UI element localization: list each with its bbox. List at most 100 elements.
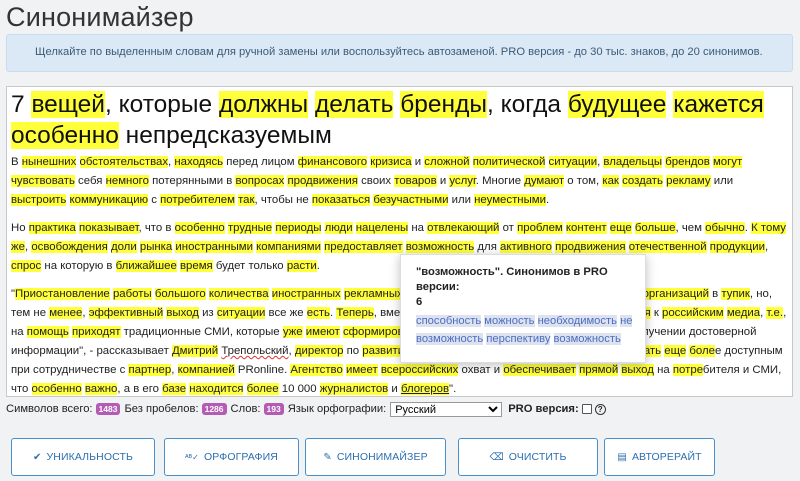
- highlighted-word[interactable]: находится: [189, 383, 244, 395]
- highlighted-word[interactable]: потре: [672, 364, 703, 376]
- highlighted-word[interactable]: политической: [472, 156, 546, 168]
- synonym-option[interactable]: возможность: [553, 333, 621, 345]
- highlighted-word[interactable]: должны: [218, 91, 309, 118]
- highlighted-word[interactable]: более: [246, 383, 279, 395]
- highlighted-word[interactable]: нацелены: [355, 222, 409, 234]
- highlighted-word[interactable]: компанией: [177, 364, 235, 376]
- highlighted-word[interactable]: особенно: [174, 222, 225, 234]
- highlighted-word[interactable]: нынешних: [21, 156, 77, 168]
- highlighted-word[interactable]: особенно: [31, 383, 82, 395]
- highlighted-word[interactable]: находясь: [174, 156, 224, 168]
- highlighted-word[interactable]: услуг: [449, 175, 476, 187]
- highlighted-word[interactable]: люди: [324, 222, 353, 234]
- highlighted-word[interactable]: приходят: [71, 326, 121, 338]
- highlighted-word[interactable]: отечественной: [628, 241, 707, 253]
- highlighted-word[interactable]: медиа: [726, 307, 761, 319]
- highlighted-word[interactable]: освобождения: [31, 241, 108, 253]
- highlighted-word[interactable]: иностранными: [175, 241, 253, 253]
- highlighted-word[interactable]: рекламу: [666, 175, 711, 187]
- highlighted-word[interactable]: проблем: [517, 222, 563, 234]
- clear-button[interactable]: ⌫ ОЧИСТИТЬ: [458, 438, 598, 476]
- highlighted-word[interactable]: показаться: [311, 194, 371, 206]
- highlighted-word[interactable]: неуместными: [474, 194, 546, 206]
- highlighted-word[interactable]: российским: [661, 307, 724, 319]
- highlighted-word[interactable]: периоды: [275, 222, 322, 234]
- highlighted-word[interactable]: выход: [621, 364, 654, 376]
- highlighted-word[interactable]: потребителем: [160, 194, 235, 206]
- highlighted-word[interactable]: особенно: [11, 122, 119, 149]
- highlighted-word[interactable]: партнер: [128, 364, 172, 376]
- highlighted-word[interactable]: как: [602, 175, 619, 187]
- highlighted-word[interactable]: контент: [565, 222, 607, 234]
- highlighted-word[interactable]: товаров: [394, 175, 437, 187]
- highlighted-word[interactable]: ситуации: [216, 307, 266, 319]
- highlighted-word[interactable]: продвижения: [555, 241, 626, 253]
- highlighted-word[interactable]: Теперь: [336, 307, 374, 319]
- highlighted-word[interactable]: работы: [112, 288, 152, 300]
- highlighted-word[interactable]: вопросах: [235, 175, 285, 187]
- highlighted-word[interactable]: обстоятельствах: [79, 156, 169, 168]
- highlighted-word[interactable]: отвлекающий: [427, 222, 500, 234]
- highlighted-word[interactable]: помощь: [26, 326, 69, 338]
- highlighted-word[interactable]: компаниями: [256, 241, 321, 253]
- highlighted-word[interactable]: большого: [154, 288, 206, 300]
- highlighted-word[interactable]: менее: [49, 307, 83, 319]
- highlighted-word[interactable]: так: [238, 194, 255, 206]
- highlighted-word[interactable]: выстроить: [11, 194, 67, 206]
- synonymizer-button[interactable]: ✎ СИНОНИМАЙЗЕР: [305, 438, 446, 476]
- synonym-option[interactable]: способность: [416, 315, 482, 327]
- highlighted-word[interactable]: имеет: [345, 364, 378, 376]
- highlighted-word[interactable]: боле: [689, 345, 715, 357]
- highlighted-word[interactable]: трудные: [227, 222, 273, 234]
- highlighted-word[interactable]: еще: [609, 222, 632, 234]
- highlighted-word[interactable]: Приостановление: [15, 288, 110, 300]
- highlighted-word[interactable]: расти: [286, 260, 317, 272]
- highlighted-word[interactable]: будущее: [567, 91, 667, 118]
- highlighted-word[interactable]: эффективный: [88, 307, 164, 319]
- highlighted-word[interactable]: Дмитрий: [171, 345, 219, 357]
- spell-lang-select[interactable]: Русский: [390, 401, 503, 417]
- highlighted-word[interactable]: сложной: [424, 156, 470, 168]
- highlighted-word[interactable]: прямой: [579, 364, 619, 376]
- highlighted-word[interactable]: безучастными: [373, 194, 449, 206]
- highlighted-word[interactable]: имеют: [305, 326, 340, 338]
- highlighted-word[interactable]: т.е.: [766, 307, 784, 319]
- highlighted-word[interactable]: выход: [166, 307, 199, 319]
- highlighted-word[interactable]: есть: [306, 307, 330, 319]
- highlighted-word[interactable]: рекламных: [343, 288, 403, 300]
- highlighted-word[interactable]: делать: [314, 91, 394, 118]
- synonym-option[interactable]: можность: [484, 315, 535, 327]
- highlighted-word[interactable]: показывает: [79, 222, 139, 234]
- highlighted-word[interactable]: кажется: [673, 91, 764, 118]
- highlighted-word[interactable]: больше: [634, 222, 676, 234]
- highlighted-word[interactable]: уже: [282, 326, 303, 338]
- spelling-button[interactable]: ᴬᴮ✓ ОРФОГРАФИЯ: [164, 438, 299, 476]
- highlighted-word[interactable]: блогеров: [400, 383, 450, 395]
- highlighted-word[interactable]: директор: [294, 345, 344, 357]
- highlighted-word[interactable]: базе: [162, 383, 187, 395]
- highlighted-word[interactable]: предоставляет: [324, 241, 403, 253]
- highlighted-word[interactable]: спрос: [11, 260, 42, 272]
- highlighted-word[interactable]: вещей: [31, 91, 105, 118]
- highlighted-word[interactable]: продукции: [709, 241, 765, 253]
- highlighted-word[interactable]: еще: [664, 345, 687, 357]
- highlighted-word[interactable]: создать: [622, 175, 663, 187]
- highlighted-word[interactable]: Агентство: [290, 364, 343, 376]
- highlighted-word[interactable]: обычно: [705, 222, 745, 234]
- autorewrite-button[interactable]: ▤ АВТОРЕРАЙТ: [604, 438, 715, 476]
- highlighted-word[interactable]: всероссийских: [380, 364, 459, 376]
- highlighted-word[interactable]: практика: [28, 222, 76, 234]
- highlighted-word[interactable]: время: [179, 260, 213, 272]
- highlighted-word[interactable]: кризиса: [370, 156, 412, 168]
- pro-checkbox[interactable]: [581, 404, 592, 414]
- highlighted-word[interactable]: чувствовать: [11, 175, 75, 187]
- highlighted-word[interactable]: ближайшее: [115, 260, 177, 272]
- highlighted-word[interactable]: владельцы: [603, 156, 663, 168]
- highlighted-word[interactable]: активного: [500, 241, 552, 253]
- highlighted-word[interactable]: продвижения: [287, 175, 358, 187]
- highlighted-word[interactable]: иностранных: [271, 288, 341, 300]
- highlighted-word[interactable]: количества: [208, 288, 269, 300]
- highlighted-word[interactable]: финансового: [297, 156, 368, 168]
- highlighted-word[interactable]: важно: [84, 383, 118, 395]
- highlighted-word[interactable]: доли: [110, 241, 137, 253]
